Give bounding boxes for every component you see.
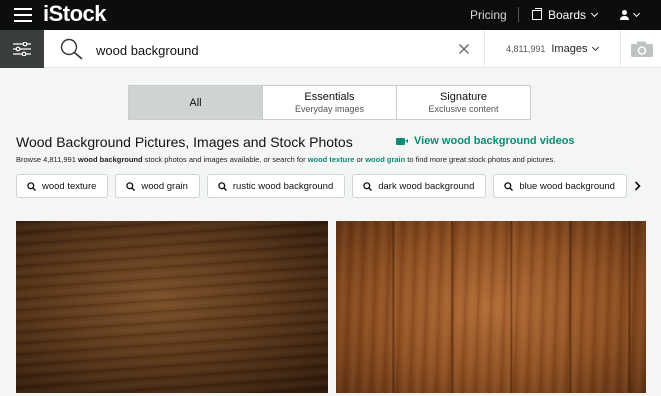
search-icon <box>504 181 514 191</box>
tab-label: All <box>189 96 202 109</box>
tab-label: Signature <box>439 91 488 103</box>
boards-icon <box>532 8 542 20</box>
desc-text: to find more great stock photos and pict… <box>405 155 556 164</box>
page-title: Wood Background Pictures, Images and Sto… <box>16 134 353 150</box>
media-type-select[interactable]: 4,811,991 Images <box>484 30 620 68</box>
tab-sublabel: Everyday images <box>294 104 365 114</box>
wood-grain-link[interactable]: wood grain <box>365 155 405 164</box>
filter-button[interactable] <box>0 30 44 68</box>
camera-icon <box>631 41 653 57</box>
chip-label: wood texture <box>42 180 97 192</box>
user-icon <box>620 10 629 20</box>
related-search-chip[interactable]: dark wood background <box>352 174 487 198</box>
tab-signature[interactable]: Signature Exclusive content <box>396 85 531 120</box>
search-input[interactable] <box>96 40 436 60</box>
chip-label: wood grain <box>141 180 188 192</box>
chevron-right-icon <box>634 181 641 191</box>
chip-label: dark wood background <box>378 180 475 192</box>
tab-label: Essentials <box>304 91 355 103</box>
content-tabs: All Essentials Everyday images Signature… <box>128 85 531 120</box>
related-search-chip[interactable]: rustic wood background <box>206 174 346 198</box>
search-icon[interactable] <box>60 38 84 60</box>
related-search-chip[interactable]: blue wood background <box>493 174 627 198</box>
result-image-dark-wood[interactable] <box>16 221 328 393</box>
istock-logo[interactable]: iStock <box>43 1 107 27</box>
wood-texture-link[interactable]: wood texture <box>308 155 355 164</box>
search-icon <box>218 181 227 191</box>
search-icon <box>126 181 136 191</box>
search-icon <box>27 181 36 191</box>
chip-label: rustic wood background <box>232 180 334 192</box>
boards-button[interactable]: Boards <box>532 7 599 23</box>
search-bar: 4,811,991 Images <box>0 30 661 68</box>
pricing-link[interactable]: Pricing <box>470 8 507 22</box>
result-image-brown-planks[interactable] <box>336 221 646 393</box>
nav-divider <box>518 7 519 22</box>
chevron-down-icon <box>590 9 599 18</box>
filter-icon <box>13 42 31 56</box>
clear-icon[interactable] <box>458 43 470 55</box>
view-videos-link[interactable]: View wood background videos <box>396 135 575 147</box>
search-icon <box>363 181 373 191</box>
tab-sublabel: Exclusive content <box>428 104 499 114</box>
tab-essentials[interactable]: Essentials Everyday images <box>262 85 397 120</box>
results-description: Browse 4,811,991 wood background stock p… <box>16 155 555 164</box>
related-searches: wood texture wood grain rustic wood back… <box>16 174 628 199</box>
chevron-down-icon <box>632 9 641 18</box>
media-type-label: Images <box>551 43 588 55</box>
tab-all[interactable]: All <box>128 85 263 120</box>
chip-label: blue wood background <box>519 180 615 192</box>
desc-text: Browse 4,811,991 <box>16 155 78 164</box>
view-videos-label: View wood background videos <box>414 135 575 147</box>
top-nav: iStock Pricing Boards <box>0 0 661 30</box>
related-search-chip[interactable]: wood grain <box>115 174 200 198</box>
account-menu[interactable] <box>620 7 641 23</box>
desc-query: wood background <box>78 155 143 164</box>
result-count: 4,811,991 <box>506 44 546 54</box>
chips-next-button[interactable] <box>628 176 646 196</box>
search-by-image-button[interactable] <box>620 30 661 68</box>
chevron-down-icon <box>592 43 600 52</box>
desc-text: stock photos and images available, or se… <box>142 155 308 164</box>
boards-label: Boards <box>548 8 587 22</box>
video-icon <box>396 137 408 145</box>
desc-text: or <box>354 155 366 164</box>
related-search-chip[interactable]: wood texture <box>16 174 109 198</box>
menu-icon[interactable] <box>14 8 32 22</box>
